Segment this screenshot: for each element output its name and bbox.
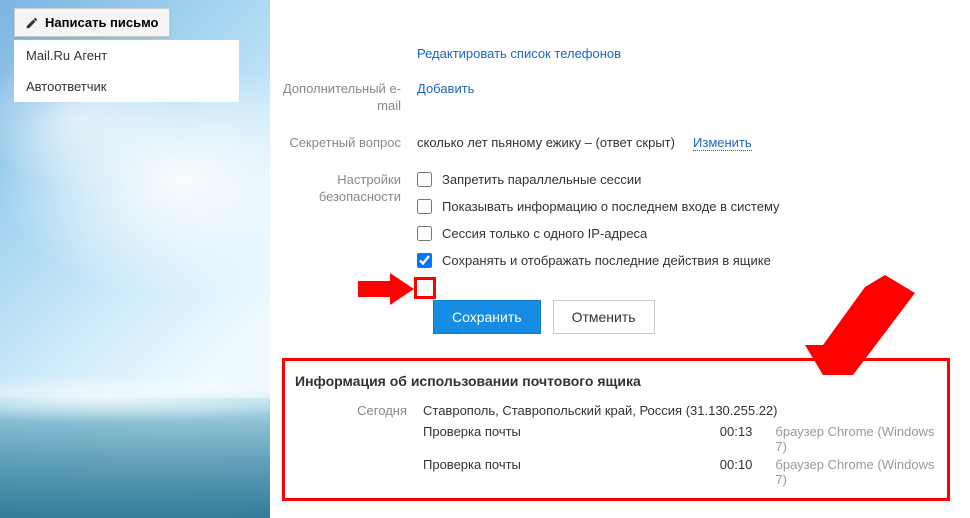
sidebar: Mail.Ru Агент Автоответчик <box>14 40 239 102</box>
usage-title: Информация об использовании почтового ящ… <box>295 373 937 389</box>
log-time: 00:13 <box>720 424 776 439</box>
log-row: Проверка почты00:10браузер Chrome (Windo… <box>423 457 937 487</box>
security-settings-label: Настройки безопасности <box>282 172 417 206</box>
compose-label: Написать письмо <box>45 15 159 30</box>
log-row: Проверка почты00:13браузер Chrome (Windo… <box>423 424 937 454</box>
security-option-label: Запретить параллельные сессии <box>442 172 641 187</box>
security-option-row: Сохранять и отображать последние действи… <box>417 253 950 268</box>
log-browser: браузер Chrome (Windows 7) <box>775 457 937 487</box>
cancel-button[interactable]: Отменить <box>553 300 655 334</box>
security-option-label: Сохранять и отображать последние действи… <box>442 253 771 268</box>
secret-question-value: сколько лет пьяному ежику – (ответ скрыт… <box>417 135 675 150</box>
sidebar-item-autoresponder[interactable]: Автоответчик <box>14 71 239 102</box>
security-option-row: Показывать информацию о последнем входе … <box>417 199 950 214</box>
usage-info-box: Информация об использовании почтового ящ… <box>282 358 950 501</box>
usage-day-label: Сегодня <box>295 403 423 418</box>
edit-phones-link[interactable]: Редактировать список телефонов <box>417 46 621 61</box>
security-checkbox-3[interactable] <box>417 253 432 268</box>
security-checkbox-2[interactable] <box>417 226 432 241</box>
security-checkbox-0[interactable] <box>417 172 432 187</box>
main-panel: Редактировать список телефонов Дополните… <box>270 0 970 518</box>
security-option-row: Запретить параллельные сессии <box>417 172 950 187</box>
change-secret-link[interactable]: Изменить <box>693 135 752 151</box>
security-checkbox-1[interactable] <box>417 199 432 214</box>
log-action: Проверка почты <box>423 457 720 472</box>
add-email-link[interactable]: Добавить <box>417 81 474 96</box>
sidebar-item-agent[interactable]: Mail.Ru Агент <box>14 40 239 71</box>
save-button[interactable]: Сохранить <box>433 300 541 334</box>
log-time: 00:10 <box>720 457 776 472</box>
log-browser: браузер Chrome (Windows 7) <box>775 424 937 454</box>
compose-icon <box>25 16 39 30</box>
compose-button[interactable]: Написать письмо <box>14 8 170 37</box>
security-option-label: Сессия только с одного IP-адреса <box>442 226 647 241</box>
security-option-row: Сессия только с одного IP-адреса <box>417 226 950 241</box>
security-option-label: Показывать информацию о последнем входе … <box>442 199 780 214</box>
secret-question-label: Секретный вопрос <box>282 135 417 152</box>
usage-location: Ставрополь, Ставропольский край, Россия … <box>423 403 937 418</box>
log-action: Проверка почты <box>423 424 720 439</box>
extra-email-label: Дополнительный e-mail <box>282 81 417 115</box>
